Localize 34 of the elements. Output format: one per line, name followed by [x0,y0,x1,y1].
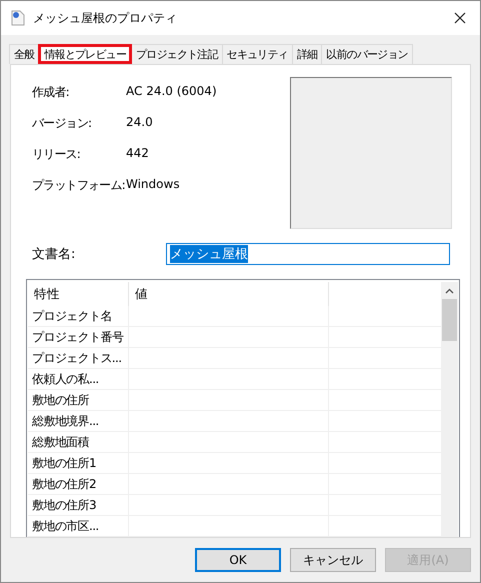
table-cell: 依頼人の私... [28,369,129,390]
field-label: 作成者: [32,84,70,101]
window-title: メッシュ屋根のプロパティ [33,10,178,26]
tab[interactable]: 全般 [9,44,40,64]
table-cell: 敷地の住所 [28,390,129,411]
table-cell: 総敷地面積 [28,432,129,453]
table-cell: 敷地の市区... [28,516,129,537]
scrollbar[interactable] [441,282,458,537]
field-label: バージョン: [32,115,92,132]
field-label: リリース: [32,146,82,163]
scrollbar-thumb[interactable] [442,299,457,341]
table-cell: 総敷地境界... [28,411,129,432]
table-cell: プロジェクト番号 [28,327,129,348]
field-label: プラットフォーム: [32,177,126,194]
table-cell: 敷地の住所2 [28,474,129,495]
table-cell: プロジェクト名 [28,306,129,327]
dialog-button[interactable]: キャンセル [290,548,376,572]
table-cell: 敷地の住所3 [28,495,129,516]
column-header[interactable]: 値 [129,282,329,306]
scroll-up-icon[interactable] [445,288,454,294]
column-header[interactable]: 特性 [28,282,129,306]
table-cell: 敷地の住所1 [28,453,129,474]
document-icon [11,10,25,26]
field-value: AC 24.0 (6004) [126,84,217,100]
tab[interactable]: 情報とプレビュー [38,44,132,64]
table-cell: プロジェクトス... [28,348,129,369]
dialog-button[interactable]: OK [195,548,281,572]
field-value: 442 [126,146,149,162]
field-value: Windows [126,177,180,193]
field-label: 文書名: [31,246,76,264]
input-field[interactable]: メッシュ屋根 [166,243,450,266]
close-icon[interactable] [454,12,466,24]
field-value: 24.0 [126,115,153,131]
tab[interactable]: 以前のバージョン [321,44,413,64]
